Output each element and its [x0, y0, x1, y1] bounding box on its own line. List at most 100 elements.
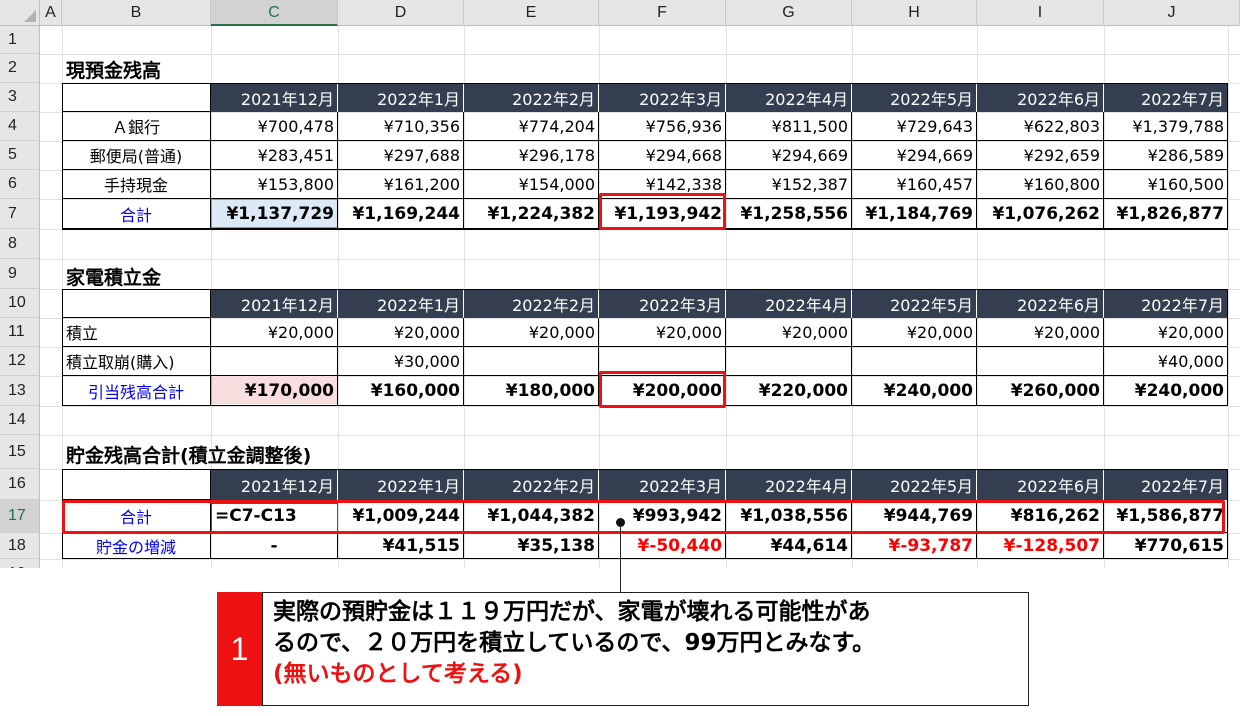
month-header[interactable]: 2022年3月: [599, 469, 726, 500]
value-cell[interactable]: ¥20,000: [211, 318, 338, 347]
row-header-9[interactable]: 9: [0, 259, 40, 289]
total-value-cell[interactable]: ¥260,000: [977, 376, 1104, 406]
row-header-19[interactable]: 19: [0, 559, 40, 568]
total-value-cell[interactable]: ¥160,000: [338, 376, 464, 406]
table-header-blank[interactable]: [62, 289, 211, 318]
total-value-cell[interactable]: ¥1,193,942: [599, 199, 726, 229]
row-header-15[interactable]: 15: [0, 435, 40, 469]
value-cell[interactable]: ¥286,589: [1104, 141, 1228, 170]
value-cell[interactable]: [977, 347, 1104, 376]
row-header-10[interactable]: 10: [0, 289, 40, 318]
value-cell[interactable]: ¥152,387: [726, 170, 852, 199]
change-value-cell[interactable]: ¥44,614: [726, 533, 852, 559]
value-cell[interactable]: ¥283,451: [211, 141, 338, 170]
total-value-cell[interactable]: ¥1,184,769: [852, 199, 977, 229]
row-header-7[interactable]: 7: [0, 199, 40, 229]
value-cell[interactable]: ¥142,338: [599, 170, 726, 199]
select-all-corner[interactable]: [0, 0, 40, 26]
row-header-12[interactable]: 12: [0, 347, 40, 376]
value-cell[interactable]: ¥710,356: [338, 112, 464, 141]
total-value-cell[interactable]: ¥220,000: [726, 376, 852, 406]
value-cell[interactable]: ¥811,500: [726, 112, 852, 141]
row-header-6[interactable]: 6: [0, 170, 40, 199]
month-header[interactable]: 2022年4月: [726, 469, 852, 500]
total-label[interactable]: 引当残高合計: [62, 376, 211, 406]
row-label[interactable]: Ａ銀行: [62, 112, 211, 141]
value-cell[interactable]: ¥774,204: [464, 112, 599, 141]
row-header-2[interactable]: 2: [0, 54, 40, 83]
month-header[interactable]: 2022年1月: [338, 289, 464, 318]
column-header-j[interactable]: J: [1104, 0, 1240, 26]
column-header-g[interactable]: G: [726, 0, 852, 26]
row-label[interactable]: 積立取崩(購入): [62, 347, 211, 376]
change-value-cell[interactable]: ¥-93,787: [852, 533, 977, 559]
total-value-cell[interactable]: ¥240,000: [852, 376, 977, 406]
row-header-16[interactable]: 16: [0, 469, 40, 500]
month-header[interactable]: 2022年7月: [1104, 289, 1228, 318]
total-value-cell[interactable]: ¥180,000: [464, 376, 599, 406]
value-cell[interactable]: ¥160,457: [852, 170, 977, 199]
value-cell[interactable]: [211, 347, 338, 376]
value-cell[interactable]: ¥292,659: [977, 141, 1104, 170]
total-value-cell[interactable]: ¥1,826,877: [1104, 199, 1228, 229]
column-header-c[interactable]: C: [211, 0, 338, 26]
value-cell[interactable]: ¥160,500: [1104, 170, 1228, 199]
value-cell[interactable]: ¥40,000: [1104, 347, 1228, 376]
value-cell[interactable]: [464, 347, 599, 376]
row-header-3[interactable]: 3: [0, 83, 40, 112]
table-header-blank[interactable]: [62, 469, 211, 500]
total-value-cell[interactable]: ¥1,224,382: [464, 199, 599, 229]
row-header-18[interactable]: 18: [0, 533, 40, 559]
value-cell[interactable]: [726, 347, 852, 376]
value-cell[interactable]: ¥161,200: [338, 170, 464, 199]
month-header[interactable]: 2022年1月: [338, 469, 464, 500]
change-value-cell[interactable]: -: [211, 533, 338, 559]
value-cell[interactable]: ¥20,000: [1104, 318, 1228, 347]
value-cell[interactable]: ¥729,643: [852, 112, 977, 141]
row-header-11[interactable]: 11: [0, 318, 40, 347]
change-value-cell[interactable]: ¥41,515: [338, 533, 464, 559]
total-value-cell[interactable]: ¥816,262: [977, 500, 1104, 533]
total-value-cell[interactable]: ¥200,000: [599, 376, 726, 406]
month-header[interactable]: 2022年4月: [726, 289, 852, 318]
row-header-13[interactable]: 13: [0, 376, 40, 406]
change-value-cell[interactable]: ¥35,138: [464, 533, 599, 559]
total-value-cell[interactable]: ¥1,038,556: [726, 500, 852, 533]
column-header-d[interactable]: D: [338, 0, 464, 26]
row-header-8[interactable]: 8: [0, 229, 40, 259]
value-cell[interactable]: ¥297,688: [338, 141, 464, 170]
month-header[interactable]: 2022年6月: [977, 83, 1104, 112]
month-header[interactable]: 2022年6月: [977, 469, 1104, 500]
month-header[interactable]: 2022年2月: [464, 83, 599, 112]
column-header-h[interactable]: H: [852, 0, 977, 26]
change-value-cell[interactable]: ¥770,615: [1104, 533, 1228, 559]
table-header-blank[interactable]: [62, 83, 211, 112]
column-header-i[interactable]: I: [977, 0, 1104, 26]
row-header-17[interactable]: 17: [0, 500, 40, 533]
month-header[interactable]: 2022年7月: [1104, 469, 1228, 500]
value-cell[interactable]: ¥20,000: [726, 318, 852, 347]
month-header[interactable]: 2022年5月: [852, 289, 977, 318]
month-header[interactable]: 2022年5月: [852, 83, 977, 112]
row-label[interactable]: 積立: [62, 318, 211, 347]
total-value-cell[interactable]: ¥170,000: [211, 376, 338, 406]
total-value-cell[interactable]: ¥1,009,244: [338, 500, 464, 533]
total-value-cell[interactable]: ¥944,769: [852, 500, 977, 533]
value-cell[interactable]: ¥20,000: [852, 318, 977, 347]
month-header[interactable]: 2022年1月: [338, 83, 464, 112]
value-cell[interactable]: ¥294,669: [726, 141, 852, 170]
total-value-cell[interactable]: ¥993,942: [599, 500, 726, 533]
month-header[interactable]: 2022年2月: [464, 469, 599, 500]
month-header[interactable]: 2022年2月: [464, 289, 599, 318]
value-cell[interactable]: ¥30,000: [338, 347, 464, 376]
row-header-1[interactable]: 1: [0, 26, 40, 54]
month-header[interactable]: 2021年12月: [211, 83, 338, 112]
month-header[interactable]: 2021年12月: [211, 289, 338, 318]
value-cell[interactable]: ¥153,800: [211, 170, 338, 199]
column-header-b[interactable]: B: [62, 0, 211, 26]
value-cell[interactable]: ¥756,936: [599, 112, 726, 141]
row-label[interactable]: 郵便局(普通): [62, 141, 211, 170]
row-header-5[interactable]: 5: [0, 141, 40, 170]
change-label[interactable]: 貯金の増減: [62, 533, 211, 559]
total-value-cell[interactable]: ¥1,044,382: [464, 500, 599, 533]
